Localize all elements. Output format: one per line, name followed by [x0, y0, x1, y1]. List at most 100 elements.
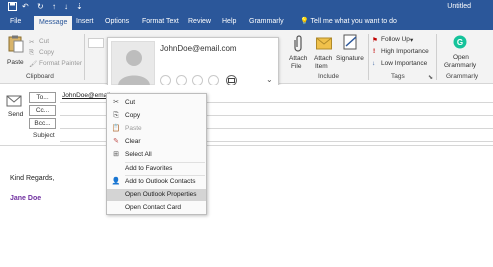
menu-item-label: Clear [125, 138, 141, 145]
dialog-launcher-icon[interactable]: ⬊ [428, 74, 433, 81]
tab-message[interactable]: Message [34, 16, 73, 30]
window-title: Untitled [447, 3, 471, 10]
cc-button[interactable]: Cc... [29, 105, 56, 116]
attach-item-label: Attach [314, 55, 333, 62]
chevron-down-icon[interactable]: ⌄ [266, 75, 273, 84]
tell-me-search[interactable]: 💡 Tell me what you want to do [300, 17, 397, 25]
bcc-button[interactable]: Bcc... [29, 118, 56, 129]
menu-item-label: Add to Favorites [125, 165, 173, 172]
paste-label: Paste [7, 59, 24, 66]
contact-card: JohnDoe@email.com ⌄ [107, 37, 279, 88]
open-grammarly-sub: Grammarly [444, 62, 477, 69]
menu-item-label: Select All [125, 151, 152, 158]
contact-email: JohnDoe@email.com [160, 44, 237, 53]
attach-file-label: Attach [289, 55, 308, 62]
person-icon [118, 50, 150, 86]
menu-item-label: Copy [125, 112, 141, 119]
low-importance-label: Low Importance [381, 60, 428, 67]
tab-help[interactable]: Help [222, 17, 236, 27]
group-divider [368, 34, 369, 80]
tab-format-text[interactable]: Format Text [142, 17, 179, 27]
tab-options[interactable]: Options [105, 17, 129, 27]
save-icon[interactable] [8, 2, 17, 14]
select-all-icon: ⊞ [113, 151, 119, 158]
tell-me-text: Tell me what you want to do [310, 18, 397, 25]
menu-item-add-contacts[interactable]: 👤 Add to Outlook Contacts [107, 176, 206, 188]
signature-label: Signature [336, 55, 364, 62]
paste-icon: 📋 [111, 125, 121, 132]
menu-item-open-contact-card[interactable]: Open Contact Card [107, 202, 206, 214]
signature-name: Jane Doe [10, 195, 42, 202]
paste-button[interactable]: Paste [6, 35, 26, 69]
include-group-label: Include [318, 73, 339, 80]
menu-item-clear[interactable]: ✎ Clear [107, 136, 206, 148]
menu-item-add-favorites[interactable]: Add to Favorites [107, 163, 206, 175]
menu-item-label: Paste [125, 125, 142, 132]
paperclip-icon [294, 35, 302, 52]
cut-label: Cut [39, 38, 50, 45]
menu-item-select-all[interactable]: ⊞ Select All [107, 149, 206, 161]
send-button[interactable]: Send [4, 92, 24, 122]
tags-group-label: Tags [391, 73, 405, 80]
signature-button[interactable]: Signature [336, 34, 366, 74]
tab-file[interactable]: File [10, 17, 21, 27]
grammarly-group-label: Grammarly [446, 73, 479, 80]
ribbon-tabs: File Message Insert Options Format Text … [0, 14, 493, 30]
menu-item-copy[interactable]: ⎘ Copy [107, 110, 206, 122]
clipboard-group-label: Clipboard [26, 73, 54, 80]
font-box[interactable] [88, 38, 104, 48]
clear-icon: ✎ [113, 138, 119, 145]
signature-closing: Kind Regards, [10, 175, 55, 182]
envelope-icon [316, 37, 332, 50]
open-grammarly-button[interactable]: G Open Grammarly [440, 34, 480, 74]
tab-insert[interactable]: Insert [76, 17, 94, 27]
scissors-icon: ✂ [113, 99, 119, 106]
attach-item-sub: Item [315, 63, 328, 70]
menu-item-label: Open Contact Card [125, 204, 182, 211]
undo-icon[interactable]: ↶ [22, 2, 29, 12]
exclamation-icon: ! [373, 48, 376, 55]
title-bar: ↶ ↻ ↑ ↓ ⇣ Untitled [0, 0, 493, 14]
scissors-icon: ✂ [29, 39, 35, 46]
flag-icon: ⚑ [372, 37, 378, 44]
attach-file-button[interactable]: Attach File [288, 34, 308, 74]
format-painter-label: Format Painter [39, 60, 82, 67]
down-arrow-icon: ↓ [372, 60, 376, 67]
high-importance-label: High Importance [381, 48, 429, 55]
message-body[interactable] [0, 146, 493, 267]
copy-icon: ⎘ [113, 112, 119, 119]
menu-item-label: Cut [125, 99, 136, 106]
contact-add-icon: 👤 [111, 178, 121, 185]
signature-icon [343, 34, 357, 50]
avatar [111, 41, 155, 86]
lightbulb-icon: 💡 [300, 18, 309, 25]
menu-item-paste[interactable]: 📋 Paste [107, 123, 206, 135]
attach-file-sub: File [291, 63, 302, 70]
up-icon[interactable]: ↑ [52, 2, 56, 12]
open-grammarly-label: Open [453, 54, 469, 61]
tab-review[interactable]: Review [188, 17, 211, 27]
context-menu: ✂ Cut ⎘ Copy 📋 Paste ✎ Clear ⊞ Select Al… [106, 93, 207, 215]
subject-label: Subject [33, 132, 55, 139]
menu-item-cut[interactable]: ✂ Cut [107, 97, 206, 109]
menu-item-open-properties[interactable]: Open Outlook Properties [107, 189, 206, 201]
grammarly-icon: G [453, 35, 467, 49]
send-label: Send [8, 111, 24, 118]
copy-icon: ⎘ [29, 49, 35, 56]
format-painter-icon: 🖌 [29, 61, 38, 68]
group-divider [84, 34, 85, 80]
group-divider [436, 34, 437, 80]
follow-up-label: Follow Up [381, 36, 410, 43]
tab-grammarly[interactable]: Grammarly [249, 17, 284, 27]
menu-item-label: Open Outlook Properties [125, 191, 197, 198]
svg-text:G: G [457, 38, 463, 47]
menu-item-label: Add to Outlook Contacts [125, 178, 196, 185]
redo-icon[interactable]: ↻ [37, 2, 44, 12]
to-button[interactable]: To... [29, 92, 56, 103]
chevron-down-icon: ▾ [410, 37, 414, 44]
down-icon[interactable]: ↓ [64, 2, 68, 12]
more-icon[interactable]: ⇣ [76, 2, 83, 12]
send-icon [6, 95, 22, 107]
attach-item-button[interactable]: Attach Item [312, 34, 336, 74]
copy-label: Copy [39, 49, 55, 56]
